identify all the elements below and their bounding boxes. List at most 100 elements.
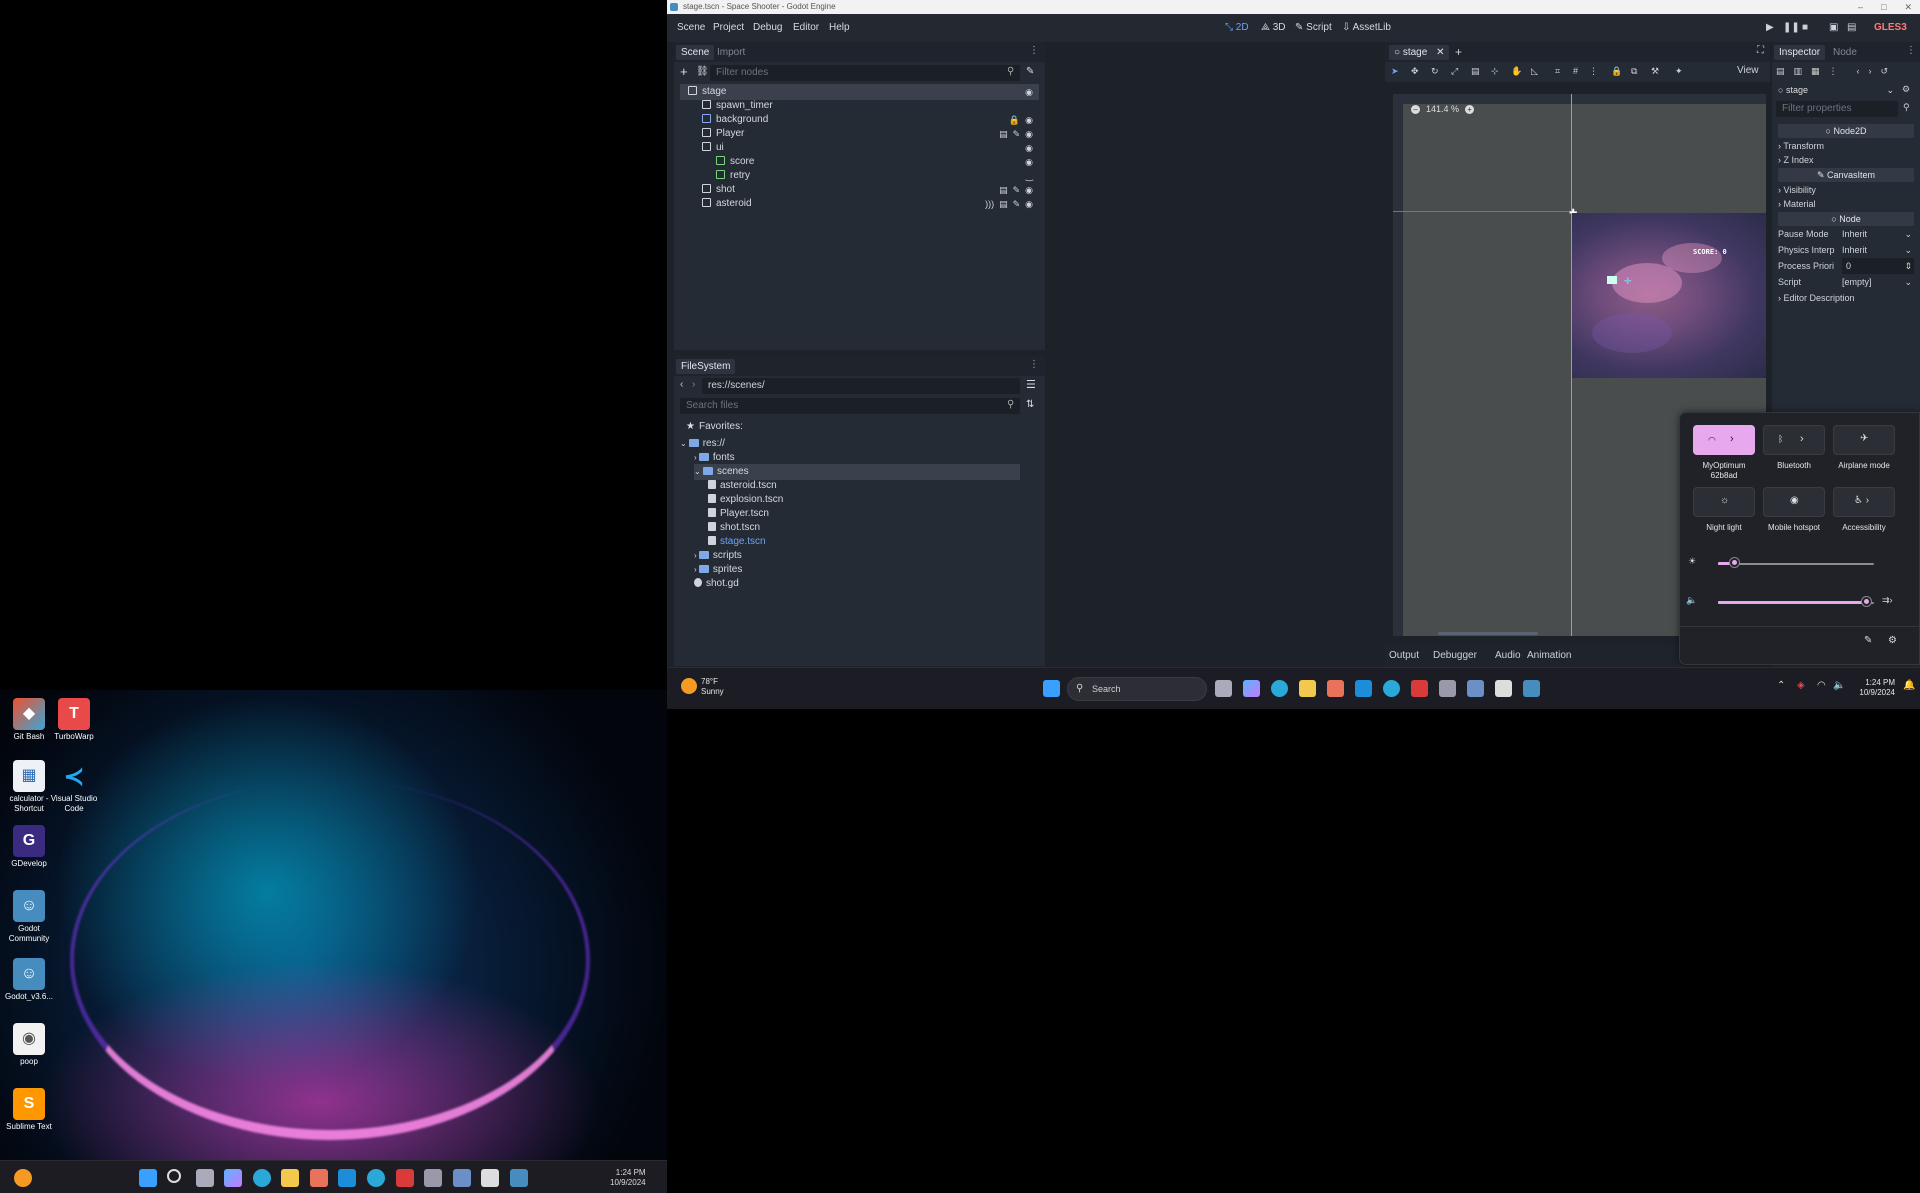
pan-tool-icon[interactable]: ✋ [1511,66,1522,77]
desktop-icon-sublime[interactable]: S Sublime Text [2,1088,56,1132]
favorites-row[interactable]: ★ Favorites: [686,419,743,435]
group-editor-description[interactable]: › Editor Description [1778,290,1914,306]
tab-output[interactable]: Output [1389,650,1419,661]
script-resource-picker[interactable]: [empty] ⌄ [1842,274,1914,290]
group-material[interactable]: › Material [1778,196,1914,212]
scene-filter-input[interactable]: Filter nodes [710,65,1020,81]
rotate-tool-icon[interactable]: ↻ [1431,66,1439,77]
explorer-icon[interactable] [1299,680,1316,697]
edge-icon[interactable] [253,1169,271,1187]
snip-icon[interactable] [1495,680,1512,697]
play-scene-icon[interactable]: ▣ [1829,22,1838,33]
weather-widget[interactable]: 78°F Sunny [701,677,724,697]
pause-icon[interactable]: ❚❚ [1783,22,1800,33]
mcafee-icon[interactable] [396,1169,414,1187]
night-light-toggle[interactable]: ☼ [1693,487,1755,517]
tab-animation[interactable]: Animation [1527,650,1571,661]
grid-snap-icon[interactable]: # [1573,66,1578,76]
desktop-icon-turbowarp[interactable]: T TurboWarp [47,698,101,742]
copilot-icon[interactable] [224,1169,242,1187]
app-icon[interactable] [453,1169,471,1187]
brightness-track[interactable] [1718,563,1874,565]
add-node-icon[interactable]: + [680,64,688,79]
tab-scene[interactable]: Scene [676,45,715,60]
weather-icon[interactable] [14,1169,32,1187]
add-scene-tab-icon[interactable]: + [1455,45,1462,59]
list-tool-icon[interactable]: ▤ [1471,66,1480,77]
store-icon[interactable] [1327,680,1344,697]
process-priority-spinbox[interactable]: 0 ⇕ [1842,258,1914,274]
tool-icon[interactable]: ✦ [1675,66,1683,77]
zoom-in-icon[interactable]: + [1465,104,1475,114]
clock[interactable]: 1:24 PM 10/9/2024 [1847,678,1895,698]
file-row[interactable]: shot.gd [694,576,1020,592]
workspace-script[interactable]: ✎ Script [1295,22,1332,33]
sort-icon[interactable]: ⇅ [1026,399,1034,410]
tab-node[interactable]: Node [1828,45,1862,60]
pause-mode-select[interactable]: Inherit ⌄ [1842,226,1914,242]
tab-audio[interactable]: Audio [1495,650,1521,661]
scene-node-asteroid[interactable]: asteroid))) ▤ ✎ ◉ [680,196,1039,212]
more-icon[interactable]: ⋮ [1829,66,1838,77]
link-icon[interactable]: ⛓ [696,66,709,77]
dock-menu-icon[interactable]: ⋮ [1906,45,1916,56]
script-icon[interactable]: ✎ [1013,196,1021,212]
start-icon[interactable] [1043,680,1060,697]
load-resource-icon[interactable]: ▥ [1794,66,1803,77]
film-icon[interactable]: ▤ [999,196,1008,212]
settings-icon[interactable] [424,1169,442,1187]
scene-tab-stage[interactable]: ○ stage ✕ [1389,45,1450,60]
menu-scene[interactable]: Scene [677,22,705,33]
browser-icon[interactable] [1383,680,1400,697]
wifi-tray-icon[interactable]: ◠ [1817,680,1826,691]
lock-icon[interactable]: 🔒 [1611,66,1622,77]
godot-icon[interactable] [510,1169,528,1187]
zoom-out-icon[interactable]: – [1411,104,1420,114]
audio-output-icon[interactable]: ⇉› [1882,595,1893,606]
volume-icon[interactable]: 🔈 [1686,595,1697,606]
filter-properties-input[interactable]: Filter properties [1776,101,1898,117]
chevron-up-icon[interactable]: ⌃ [1777,680,1785,691]
eye-icon[interactable]: ◉ [1025,196,1033,212]
ruler-tool-icon[interactable]: ◺ [1531,66,1538,77]
smart-snap-icon[interactable]: ⌗ [1555,66,1560,77]
browser-icon[interactable] [367,1169,385,1187]
tab-filesystem[interactable]: FileSystem [676,359,736,374]
play-custom-icon[interactable]: ▤ [1847,22,1856,33]
group-z-index[interactable]: › Z Index [1778,152,1914,168]
menu-debug[interactable]: Debug [753,22,782,33]
play-icon[interactable]: ▶ [1766,22,1774,33]
tab-inspector[interactable]: Inspector [1774,45,1826,60]
app-icon[interactable] [1355,680,1372,697]
scene-script-icon[interactable]: ✎ [1026,66,1034,77]
search-icon[interactable] [167,1169,181,1183]
forward-icon[interactable]: › [692,379,695,390]
object-menu-icon[interactable]: ⚙ [1902,84,1910,95]
minimize-icon[interactable]: – [1858,0,1863,14]
physics-interp-select[interactable]: Inherit ⌄ [1842,242,1914,258]
wifi-toggle[interactable]: ◠ › [1693,425,1755,455]
horizontal-scrollbar[interactable] [1438,632,1538,635]
snip-icon[interactable] [481,1169,499,1187]
move-tool-icon[interactable]: ✥ [1411,66,1419,77]
zoom-level[interactable]: 141.4 % [1426,104,1459,114]
object-selector[interactable]: ○ stage ⌄ [1778,82,1896,98]
mcafee-tray-icon[interactable]: ◈ [1797,680,1805,691]
dock-menu-icon[interactable]: ⋮ [1029,359,1039,370]
task-view-icon[interactable] [1215,680,1232,697]
stop-icon[interactable]: ■ [1802,22,1808,33]
distraction-free-icon[interactable]: ⛶ [1757,45,1764,56]
taskbar-search[interactable]: ⚲ Search [1067,677,1207,701]
weather-icon[interactable] [681,678,697,694]
hotspot-toggle[interactable]: ◉ [1763,487,1825,517]
workspace-assetlib[interactable]: ⇩ AssetLib [1342,22,1391,33]
history-forward-icon[interactable]: › [1869,66,1872,77]
snap-options-icon[interactable]: ⋮ [1589,66,1598,77]
volume-slider[interactable] [1862,597,1872,606]
scale-tool-icon[interactable]: ⤢ [1451,66,1458,77]
history-back-icon[interactable]: ‹ [1857,66,1860,77]
volume-tray-icon[interactable]: 🔈 [1833,680,1845,691]
tab-import[interactable]: Import [712,45,750,60]
menu-project[interactable]: Project [713,22,744,33]
airplane-toggle[interactable]: ✈ [1833,425,1895,455]
